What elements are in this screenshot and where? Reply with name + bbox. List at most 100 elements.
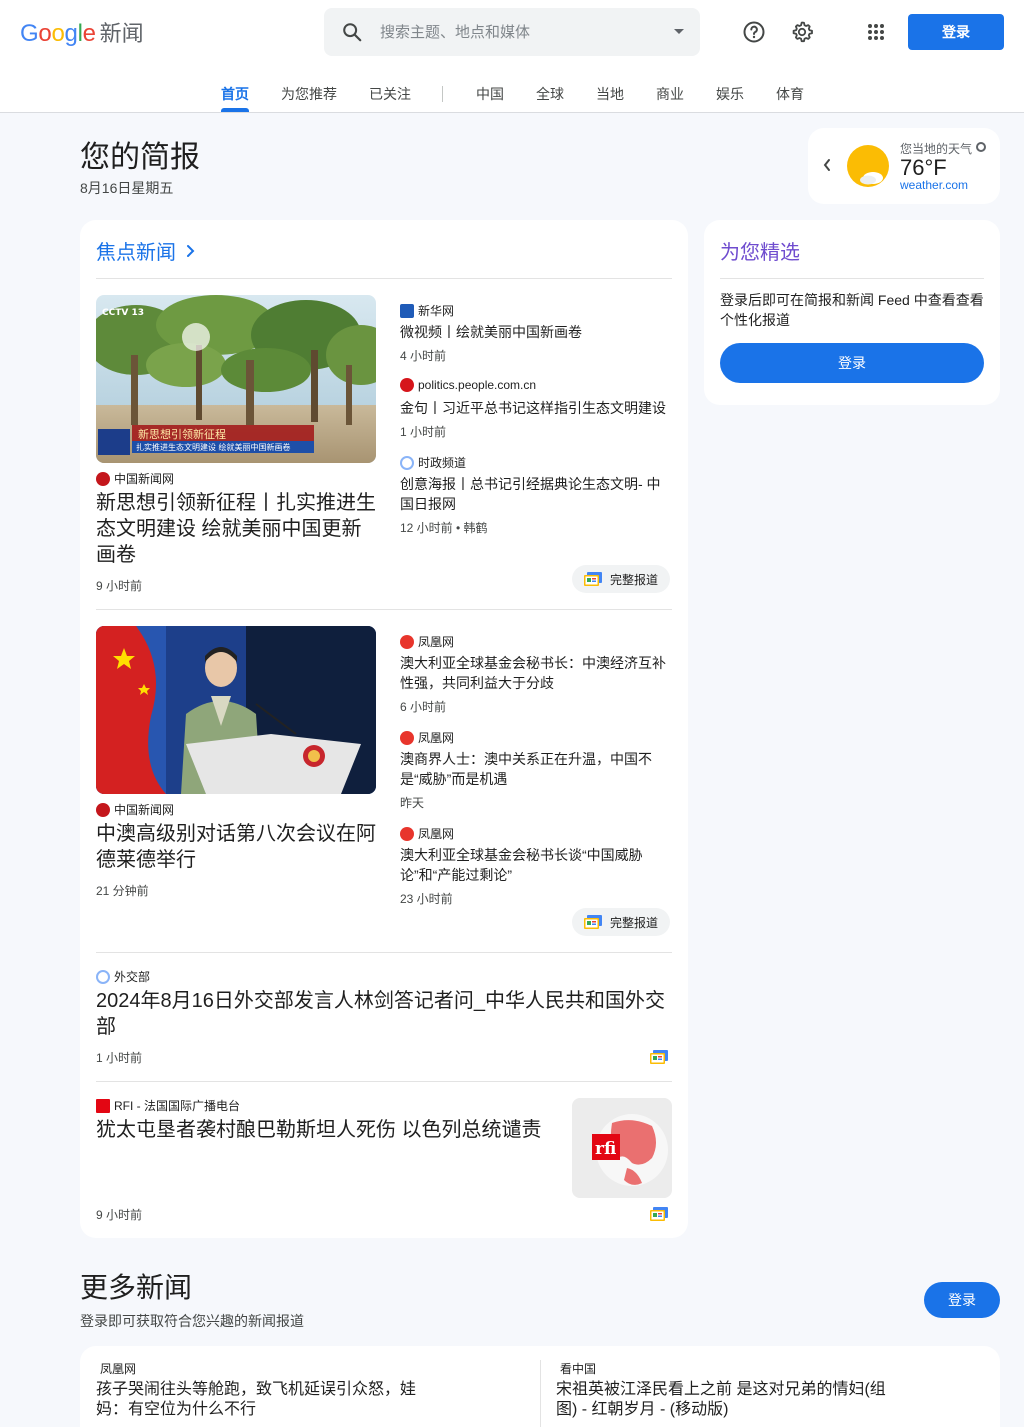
full-coverage-button[interactable]: 完整报道 bbox=[572, 565, 671, 593]
source-label[interactable]: 凤凰网 bbox=[400, 825, 454, 842]
search-input[interactable] bbox=[380, 23, 650, 41]
story-time: 12 小时前 • 韩鹤 bbox=[400, 521, 488, 535]
story-time: 9 小时前 bbox=[96, 579, 143, 593]
tab-entertainment[interactable]: 娱乐 bbox=[716, 84, 744, 104]
full-coverage-label: 完整报道 bbox=[610, 572, 659, 587]
source-name: 新华网 bbox=[418, 304, 455, 318]
image-caption-text: 新思想引领新征程 bbox=[138, 427, 226, 441]
story-headline[interactable]: 新思想引领新征程丨扎实推进生态文明建设 绘就美丽中国更新画卷 bbox=[96, 490, 380, 568]
chinanews-favicon-icon bbox=[96, 471, 110, 486]
weather-source-link[interactable]: weather.com bbox=[900, 178, 968, 192]
news-wordmark: 新闻 bbox=[99, 21, 144, 46]
related-headline[interactable]: 微视频丨绘就美丽中国新画卷 bbox=[400, 322, 672, 342]
top-stories-card: 焦点新闻 新思想引领新征程 扎实推进生态文明建设 绘就美丽中国新画卷 CCTV … bbox=[80, 220, 688, 1238]
apps-grid-icon[interactable] bbox=[864, 20, 888, 44]
source-name: 凤凰网 bbox=[418, 635, 455, 649]
search-options-caret-icon[interactable] bbox=[674, 29, 684, 34]
story-time: 9 小时前 bbox=[96, 1208, 143, 1222]
story-headline[interactable]: 犹太屯垦者袭村酿巴勒斯坦人死伤 以色列总统谴责 bbox=[96, 1117, 556, 1143]
source-label[interactable]: 中国新闻网 bbox=[96, 470, 174, 487]
story-headline[interactable]: 中澳高级别对话第八次会议在阿德莱德举行 bbox=[96, 821, 380, 873]
tab-home[interactable]: 首页 bbox=[221, 84, 249, 104]
weather-widget[interactable]: 您当地的天气 76°F weather.com bbox=[808, 128, 1000, 204]
story-headline[interactable]: 孩子哭闹往头等舱跑，致飞机延误引众怒，娃妈：有空位为什么不行 bbox=[96, 1380, 436, 1420]
story-time: 4 小时前 bbox=[400, 349, 447, 363]
more-news-subtitle: 登录即可获取符合您兴趣的新闻报道 bbox=[80, 1313, 304, 1329]
more-news-title: 更多新闻 bbox=[80, 1272, 193, 1303]
story-time: 昨天 bbox=[400, 796, 425, 810]
source-label[interactable]: 凤凰网 bbox=[400, 729, 454, 746]
source-label[interactable]: 看中国 bbox=[560, 1360, 596, 1377]
google-wordmark: Google bbox=[20, 20, 96, 47]
search-icon[interactable] bbox=[324, 21, 380, 43]
source-name: 外交部 bbox=[114, 970, 151, 984]
divider bbox=[96, 278, 672, 279]
source-name: 看中国 bbox=[560, 1362, 597, 1376]
chevron-right-icon bbox=[187, 244, 195, 257]
source-label[interactable]: 外交部 bbox=[96, 968, 150, 985]
help-icon[interactable] bbox=[742, 20, 766, 44]
source-label[interactable]: politics.people.com.cn bbox=[400, 378, 536, 392]
xinhua-favicon-icon bbox=[400, 303, 414, 318]
column-divider bbox=[540, 1360, 541, 1427]
tab-sports[interactable]: 体育 bbox=[776, 84, 804, 104]
story-time: 1 小时前 bbox=[400, 425, 447, 439]
top-app-bar: Google 新闻 登录 首页 为您推荐 已关注 中国 全球 当地 商业 娱乐 … bbox=[0, 0, 1024, 113]
tab-for-you[interactable]: 为您推荐 bbox=[281, 84, 337, 104]
source-name: 凤凰网 bbox=[418, 731, 455, 745]
image-channel-logo: CCTV 13 bbox=[102, 308, 144, 318]
tab-world[interactable]: 全球 bbox=[536, 84, 564, 104]
tab-business[interactable]: 商业 bbox=[656, 84, 684, 104]
globe-favicon-icon bbox=[96, 969, 110, 984]
related-headline[interactable]: 金句丨习近平总书记这样指引生态文明建设 bbox=[400, 398, 672, 418]
source-label[interactable]: 新华网 bbox=[400, 302, 454, 319]
source-label[interactable]: RFI - 法国国际广播电台 bbox=[96, 1097, 240, 1114]
rfi-logo-text: rfi bbox=[595, 1139, 616, 1159]
story-image-forest[interactable]: 新思想引领新征程 扎实推进生态文明建设 绘就美丽中国新画卷 CCTV 13 bbox=[96, 295, 376, 463]
search-box[interactable] bbox=[324, 8, 700, 56]
divider bbox=[96, 952, 672, 953]
source-name: 中国新闻网 bbox=[114, 472, 175, 486]
ifeng-favicon-icon bbox=[400, 634, 414, 649]
story-time: 6 小时前 bbox=[400, 700, 447, 714]
source-name: RFI - 法国国际广播电台 bbox=[114, 1099, 240, 1113]
source-label[interactable]: 凤凰网 bbox=[400, 633, 454, 650]
google-news-logo[interactable]: Google 新闻 bbox=[20, 16, 144, 50]
picks-sign-in-button[interactable]: 登录 bbox=[720, 343, 984, 383]
divider bbox=[96, 1081, 672, 1082]
tab-china[interactable]: 中国 bbox=[476, 84, 504, 104]
story-headline[interactable]: 宋祖英被江泽民看上之前 是这对兄弟的情妇(组图) - 红朝岁月 - (移动版) bbox=[556, 1380, 896, 1420]
related-headline[interactable]: 澳大利亚全球基金会秘书长：中澳经济互补性强，共同利益大于分歧 bbox=[400, 653, 672, 693]
tab-following[interactable]: 已关注 bbox=[369, 84, 411, 104]
source-name: 凤凰网 bbox=[100, 1362, 137, 1376]
more-news-sign-in-button[interactable]: 登录 bbox=[924, 1282, 1000, 1318]
source-name: 时政频道 bbox=[418, 456, 467, 470]
source-label[interactable]: 中国新闻网 bbox=[96, 801, 174, 818]
sunny-weather-icon bbox=[846, 144, 890, 188]
top-stories-title: 焦点新闻 bbox=[96, 242, 176, 264]
full-coverage-button[interactable]: 完整报道 bbox=[572, 908, 671, 936]
people-favicon-icon bbox=[400, 378, 414, 392]
sign-in-button[interactable]: 登录 bbox=[908, 14, 1004, 50]
page-date: 8月16日星期五 bbox=[80, 180, 174, 196]
story-image-rfi-logo[interactable]: rfi bbox=[572, 1098, 672, 1198]
related-headline[interactable]: 创意海报丨总书记引经据典论生态文明- 中国日报网 bbox=[400, 474, 672, 514]
related-headline[interactable]: 澳商界人士：澳中关系正在升温，中国不是“威胁”而是机遇 bbox=[400, 749, 672, 789]
source-name: politics.people.com.cn bbox=[418, 378, 537, 392]
location-icon bbox=[976, 142, 986, 152]
story-image-press-conference[interactable] bbox=[96, 626, 376, 794]
source-label[interactable]: 凤凰网 bbox=[100, 1360, 136, 1377]
story-headline[interactable]: 2024年8月16日外交部发言人林剑答记者问_中华人民共和国外交部 bbox=[96, 988, 672, 1040]
full-coverage-label: 完整报道 bbox=[610, 915, 659, 930]
section-nav: 首页 为您推荐 已关注 中国 全球 当地 商业 娱乐 体育 bbox=[0, 74, 1024, 112]
top-stories-heading[interactable]: 焦点新闻 bbox=[96, 236, 198, 265]
full-coverage-icon[interactable] bbox=[650, 1049, 668, 1065]
tab-local[interactable]: 当地 bbox=[596, 84, 624, 104]
related-headline[interactable]: 澳大利亚全球基金会秘书长谈“中国威胁论”和“产能过剩论” bbox=[400, 845, 672, 885]
chevron-left-icon[interactable] bbox=[822, 158, 832, 177]
source-label[interactable]: 时政频道 bbox=[400, 454, 466, 471]
full-coverage-icon[interactable] bbox=[650, 1206, 668, 1222]
picks-for-you-card: 为您精选 登录后即可在简报和新闻 Feed 中查看查看个性化报道 登录 bbox=[704, 220, 1000, 405]
settings-gear-icon[interactable] bbox=[790, 20, 814, 44]
source-name: 凤凰网 bbox=[418, 827, 455, 841]
